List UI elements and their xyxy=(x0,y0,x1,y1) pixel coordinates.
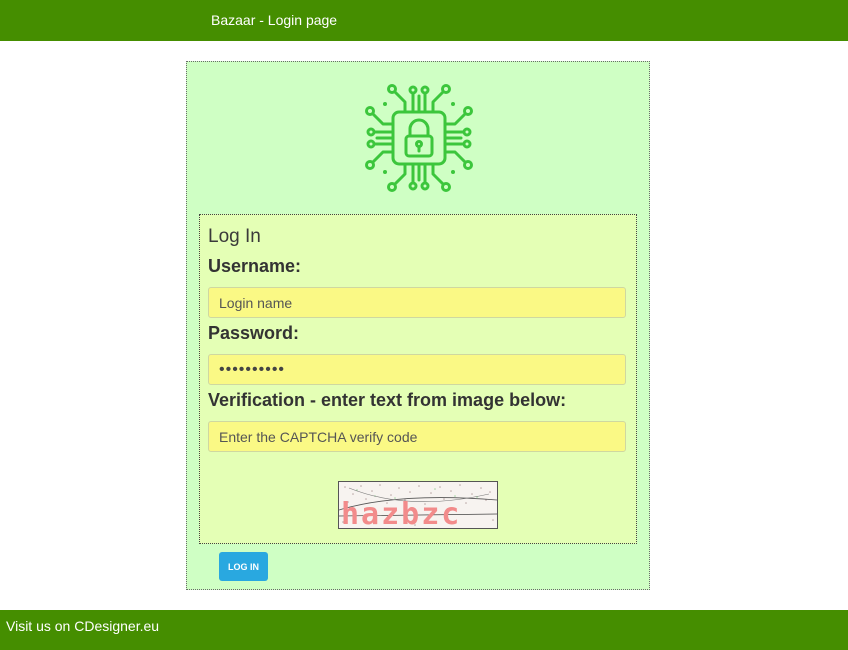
login-panel: Log In Username: Password: Verification … xyxy=(186,61,650,590)
password-input[interactable] xyxy=(208,354,626,385)
footer-bar: Visit us on CDesigner.eu xyxy=(0,610,848,650)
page-title: Bazaar - Login page xyxy=(211,12,338,28)
verification-label: Verification - enter text from image bel… xyxy=(208,390,567,410)
footer-link[interactable]: Visit us on CDesigner.eu xyxy=(6,618,159,634)
login-form: Log In Username: Password: Verification … xyxy=(199,214,637,544)
top-bar: Bazaar - Login page xyxy=(0,0,848,41)
login-button[interactable]: LOG IN xyxy=(219,552,268,581)
captcha-image: hazbzc xyxy=(338,481,498,529)
username-label: Username: xyxy=(208,256,302,276)
circuit-padlock-icon xyxy=(361,80,477,196)
form-title: Log In xyxy=(208,226,261,247)
username-input[interactable] xyxy=(208,287,626,318)
password-label: Password: xyxy=(208,323,300,343)
captcha-text: hazbzc xyxy=(341,497,461,528)
captcha-input[interactable] xyxy=(208,421,626,452)
